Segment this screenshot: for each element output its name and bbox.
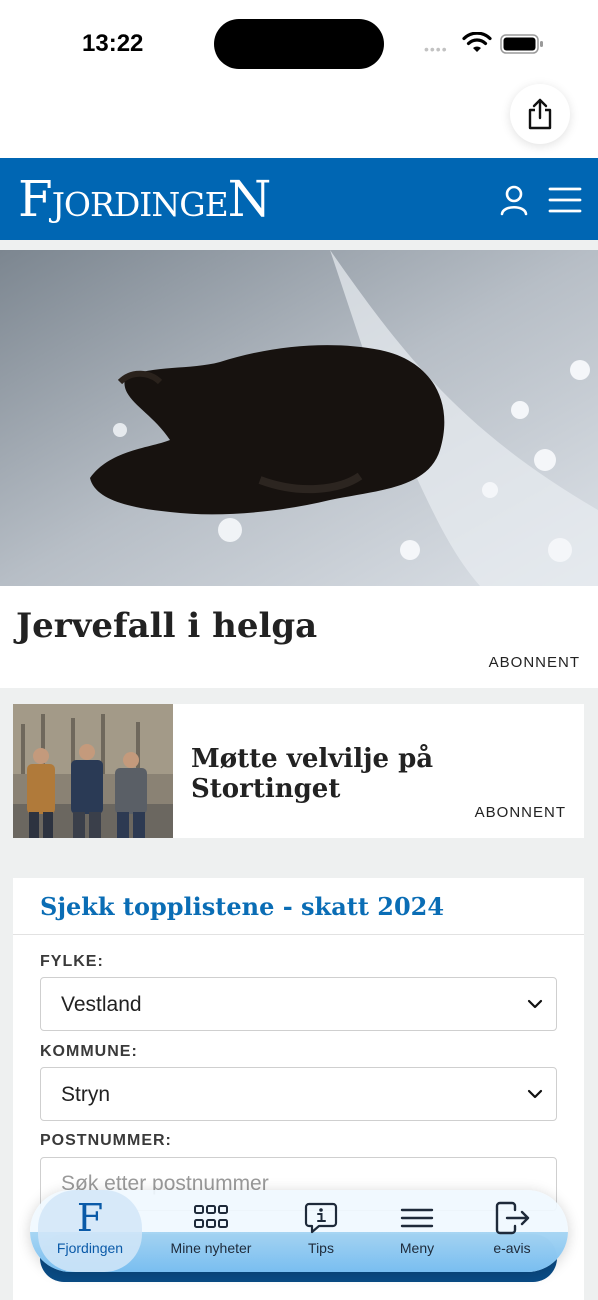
logo-last-letter: N (227, 170, 272, 228)
fjordingen-logo[interactable]: FJORDINGEN (18, 170, 272, 231)
municipality-select-value: Stryn (61, 1083, 111, 1106)
tab-label: Mine nyheter (170, 1240, 252, 1256)
chevron-down-icon (527, 1089, 543, 1099)
info-bubble-icon (304, 1202, 338, 1234)
wifi-icon (462, 32, 492, 52)
tab-meny[interactable]: Meny (365, 1190, 469, 1272)
article-card[interactable]: Møtte velvilje på Stortinget ABONNENT (13, 704, 584, 838)
logo-first-letter: F (18, 170, 53, 228)
site-header: FJORDINGEN (0, 158, 598, 240)
county-select-value: Vestland (61, 993, 142, 1016)
tab-fjordingen[interactable]: F Fjordingen (38, 1190, 142, 1272)
dynamic-island (214, 19, 384, 69)
status-time: 13:22 (82, 30, 144, 57)
county-select[interactable]: Vestland (40, 977, 557, 1031)
tab-label: Meny (399, 1240, 435, 1256)
chevron-down-icon (527, 999, 543, 1009)
tab-label: Tips (308, 1240, 334, 1256)
menu-lines-icon (400, 1208, 434, 1228)
hamburger-menu-icon[interactable] (548, 186, 582, 214)
cellular-signal-icon: •••• (424, 41, 448, 57)
postal-code-label: POSTNUMMER: (40, 1132, 172, 1149)
fjordingen-logo-icon: F (76, 1196, 104, 1240)
subscriber-badge: ABONNENT (488, 654, 580, 671)
municipality-select[interactable]: Stryn (40, 1067, 557, 1121)
tab-e-avis[interactable]: e-avis (460, 1190, 564, 1272)
share-button[interactable] (510, 84, 570, 144)
hero-title: Jervefall i helga (16, 606, 318, 646)
tab-mine-nyheter[interactable]: Mine nyheter (159, 1190, 263, 1272)
logo-middle: JORDINGE (51, 185, 229, 224)
grid-icon (194, 1205, 228, 1228)
status-bar: 13:22 •••• (0, 0, 598, 84)
municipality-label: KOMMUNE: (40, 1043, 138, 1060)
top-toolbar (0, 84, 598, 158)
bottom-tab-bar: F Fjordingen Mine nyheter Tips Meny e-av… (30, 1190, 568, 1272)
tab-label: Fjordingen (56, 1240, 124, 1256)
divider (13, 934, 584, 935)
county-label: FYLKE: (40, 953, 104, 970)
user-icon[interactable] (498, 184, 530, 216)
subscriber-badge: ABONNENT (474, 804, 566, 821)
tab-label: e-avis (493, 1240, 531, 1256)
tab-tips[interactable]: Tips (269, 1190, 373, 1272)
widget-title: Sjekk topplistene - skatt 2024 (40, 892, 445, 921)
hero-article-card[interactable]: Jervefall i helga ABONNENT (0, 250, 598, 688)
share-icon (528, 98, 552, 130)
exit-door-icon (495, 1201, 530, 1235)
article-thumbnail (13, 704, 173, 838)
article-title: Møtte velvilje på Stortinget (191, 744, 434, 804)
hero-image (0, 250, 598, 586)
battery-icon (500, 34, 543, 54)
